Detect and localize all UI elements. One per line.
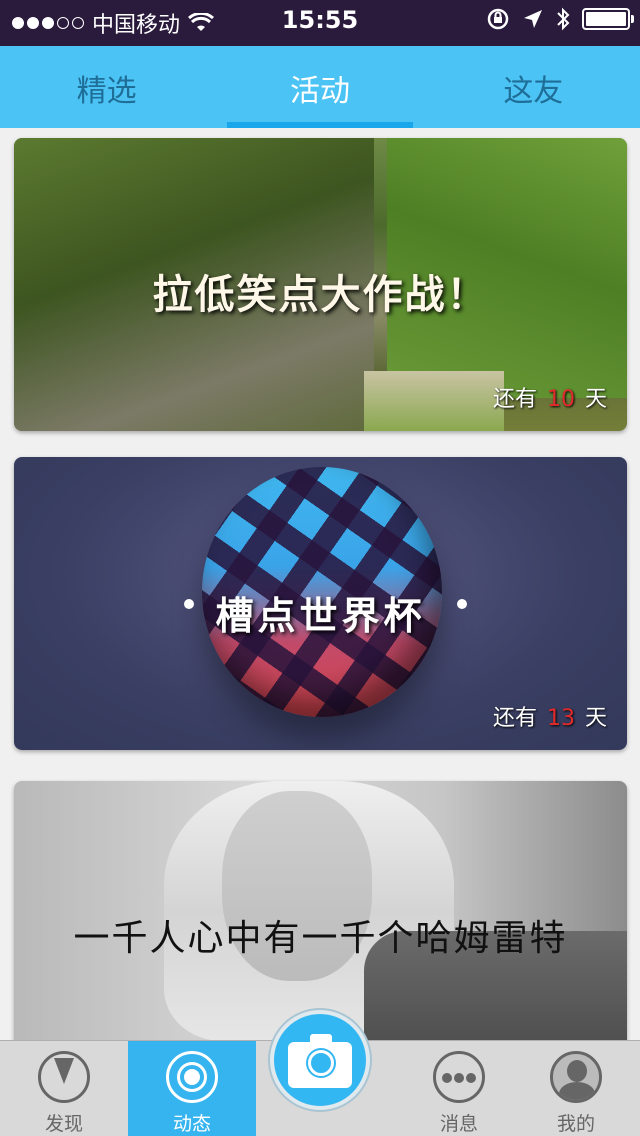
person-icon (550, 1051, 602, 1103)
activity-card[interactable]: 槽点世界杯 还有 13 天 (14, 457, 627, 750)
tab-discover[interactable]: 发现 (0, 1041, 128, 1136)
tab-dynamic[interactable]: 动态 (128, 1041, 256, 1136)
tab-mine[interactable]: 我的 (512, 1041, 640, 1136)
chat-dots-icon (433, 1051, 485, 1103)
card-title: 一千人心中有一千个哈姆雷特 (73, 918, 568, 959)
activity-card[interactable]: 一千人心中有一千个哈姆雷特 (14, 781, 627, 1041)
countdown-label: 还有 10 天 (492, 387, 607, 412)
top-tab-bar: 精选 活动 这友 (0, 46, 640, 128)
camera-button[interactable] (270, 1010, 370, 1110)
location-arrow-icon (524, 10, 542, 28)
compass-icon (38, 1051, 90, 1103)
tab-messages[interactable]: 消息 (395, 1041, 523, 1136)
tab-friends[interactable]: 这友 (427, 46, 640, 128)
activity-feed: 拉低笑点大作战！ 还有 10 天 槽点世界杯 还有 13 天 一千人心中有一千个哈姆雷特 (14, 138, 627, 1041)
camera-icon (288, 1034, 352, 1088)
card-title: 拉低笑点大作战！ (152, 272, 489, 318)
target-icon (166, 1051, 218, 1103)
days-remaining: 10 (546, 387, 575, 412)
days-remaining: 13 (546, 706, 575, 731)
status-bar: 中国移动 15:55 (0, 0, 640, 46)
countdown-label: 还有 13 天 (492, 706, 607, 731)
card-title: 槽点世界杯 (215, 594, 426, 638)
battery-icon (582, 8, 634, 30)
tab-activities[interactable]: 活动 (213, 46, 426, 128)
activity-card[interactable]: 拉低笑点大作战！ 还有 10 天 (14, 138, 627, 431)
bluetooth-icon (557, 7, 570, 31)
tab-featured[interactable]: 精选 (0, 46, 213, 128)
rotation-lock-icon (487, 8, 509, 30)
status-right (486, 7, 634, 31)
